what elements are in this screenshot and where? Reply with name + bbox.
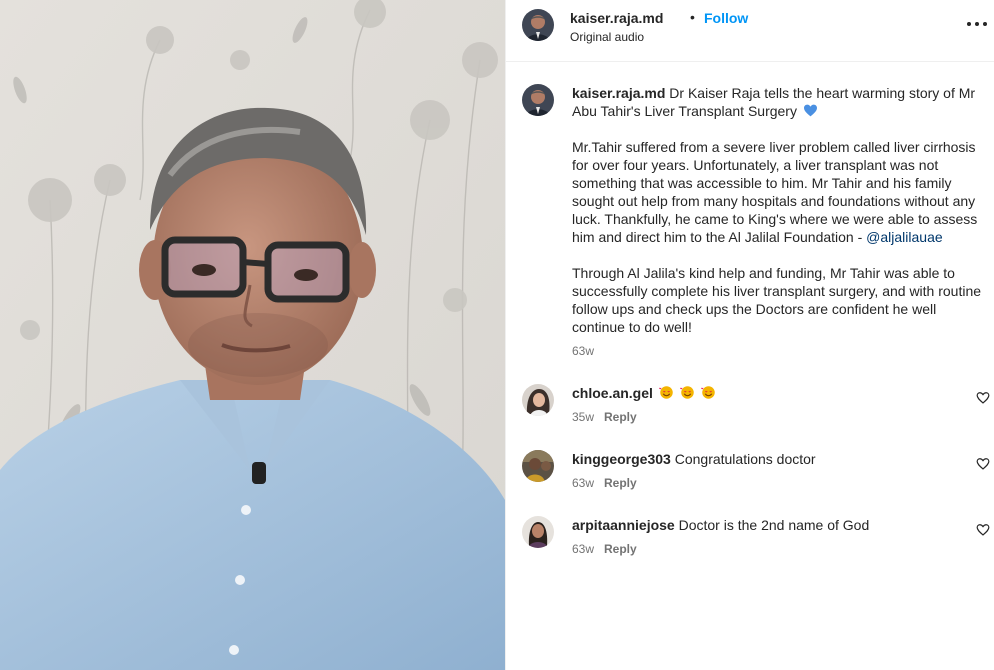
comment-item: arpitaanniejose Doctor is the 2nd name o…	[522, 516, 990, 566]
author-avatar-image	[522, 9, 554, 41]
video-frame-illustration	[0, 0, 505, 670]
caption-paragraph-2: Mr.Tahir suffered from a severe liver pr…	[572, 138, 990, 246]
comment-timestamp[interactable]: 35w	[572, 410, 594, 424]
like-heart-icon[interactable]	[976, 523, 990, 537]
comment-text: arpitaanniejose Doctor is the 2nd name o…	[572, 516, 869, 534]
caption-username[interactable]: kaiser.raja.md	[572, 85, 665, 101]
commenter-avatar[interactable]	[522, 516, 554, 548]
comment-body: Doctor is the 2nd name of God	[678, 517, 870, 533]
comment-meta: 63w Reply	[572, 542, 637, 556]
smiling-face-with-hearts-emoji	[700, 386, 715, 399]
comment-item: chloe.an.gel 35w Reply	[522, 384, 990, 434]
audio-label[interactable]: Original audio	[570, 30, 644, 44]
comment-username[interactable]: kinggeorge303	[572, 451, 671, 467]
comment-username[interactable]: arpitaanniejose	[572, 517, 675, 533]
like-heart-icon[interactable]	[976, 391, 990, 405]
more-options-icon[interactable]	[966, 14, 988, 32]
smiling-face-with-hearts-emoji	[658, 386, 673, 399]
comment-text: chloe.an.gel	[572, 384, 716, 402]
post-header: kaiser.raja.md • Follow Original audio	[506, 0, 994, 62]
caption-text: kaiser.raja.md Dr Kaiser Raja tells the …	[572, 84, 990, 354]
smiling-face-with-hearts-emoji	[679, 386, 694, 399]
caption-paragraph-3: Through Al Jalila's kind help and fundin…	[572, 264, 990, 336]
comment-body: Congratulations doctor	[674, 451, 816, 467]
like-heart-icon[interactable]	[976, 457, 990, 471]
caption-paragraph-1: kaiser.raja.md Dr Kaiser Raja tells the …	[572, 84, 990, 120]
comment-item: kinggeorge303 Congratulations doctor 63w…	[522, 450, 990, 500]
commenter-avatar[interactable]	[522, 384, 554, 416]
separator-dot: •	[690, 9, 695, 25]
caption-timestamp[interactable]: 63w	[572, 344, 594, 358]
comment-meta: 35w Reply	[572, 410, 637, 424]
caption-author-avatar[interactable]	[522, 84, 554, 116]
comment-timestamp[interactable]: 63w	[572, 542, 594, 556]
comment-meta: 63w Reply	[572, 476, 637, 490]
follow-button[interactable]: Follow	[704, 10, 748, 26]
commenter-avatar-image	[522, 384, 554, 416]
post-viewer: kaiser.raja.md • Follow Original audio k…	[0, 0, 994, 670]
commenter-avatar-image	[522, 450, 554, 482]
post-video[interactable]	[0, 0, 505, 670]
author-username[interactable]: kaiser.raja.md	[570, 10, 663, 26]
commenter-avatar-image	[522, 516, 554, 548]
author-avatar[interactable]	[522, 9, 554, 41]
caption-closing-text: Through Al Jalila's kind help and fundin…	[572, 265, 982, 335]
comment-timestamp[interactable]: 63w	[572, 476, 594, 490]
blue-heart-emoji	[803, 104, 817, 117]
comment-username[interactable]: chloe.an.gel	[572, 385, 653, 401]
caption-author-avatar-image	[522, 84, 554, 116]
mention-link[interactable]: @aljalilauae	[866, 229, 942, 245]
reply-button[interactable]: Reply	[604, 476, 637, 490]
reply-button[interactable]: Reply	[604, 542, 637, 556]
reply-button[interactable]: Reply	[604, 410, 637, 424]
commenter-avatar[interactable]	[522, 450, 554, 482]
post-details-panel: kaiser.raja.md • Follow Original audio k…	[505, 0, 994, 670]
comment-text: kinggeorge303 Congratulations doctor	[572, 450, 816, 468]
